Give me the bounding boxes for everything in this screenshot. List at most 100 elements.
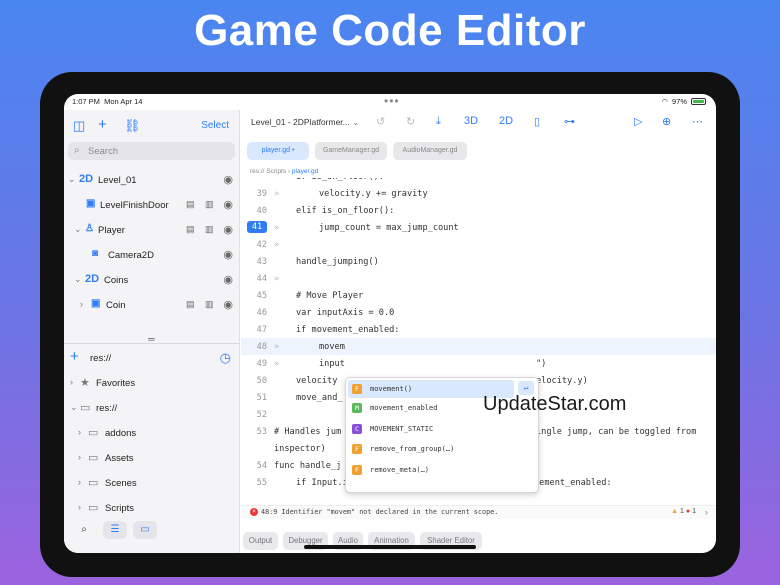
folder-row-assets[interactable]: › ▭ Assets (64, 446, 239, 471)
folder-row-scenes[interactable]: › ▭ Scenes (64, 471, 239, 496)
view-3d-button[interactable]: 3D (464, 115, 478, 127)
autocomplete-item[interactable]: Fremove_meta(…) (346, 460, 538, 481)
code-line-current: 48» movem (241, 338, 716, 355)
visibility-eye-icon[interactable]: ◉ (223, 223, 233, 236)
chevron-down-icon[interactable]: ⌄ (74, 224, 82, 235)
chevron-right-icon[interactable]: › (78, 427, 81, 437)
autocomplete-item[interactable]: Fremove_from_group(…) (346, 439, 538, 460)
script-clapper-icons[interactable]: ▤ ▥ (186, 199, 218, 210)
sidebar-toolbar: ◫ + ⛓ Select (64, 116, 239, 136)
code-line: 46 var inputAxis = 0.0 (256, 308, 395, 318)
folder-icon[interactable]: ▭ (133, 521, 157, 539)
visibility-eye-icon[interactable]: ◉ (223, 198, 233, 211)
error-icon: × (250, 508, 258, 516)
list-icon[interactable]: ☰ (103, 521, 127, 539)
folder-row-res[interactable]: ⌄ ▭ res:// (64, 396, 239, 421)
code-line: 40 elif is_on_floor(): (256, 206, 395, 216)
select-button[interactable]: Select (201, 120, 229, 131)
code-line: 49» input ") (256, 359, 547, 369)
issue-counts[interactable]: ▲ 1 ● 1 (671, 508, 696, 515)
chevron-right-icon[interactable]: › (78, 452, 81, 462)
chevron-down-icon[interactable]: ⌄ (70, 402, 78, 413)
tree-node-coin[interactable]: › ▣ Coin ▤ ▥ ◉ (64, 293, 239, 318)
script-file-icon[interactable]: ▯ (534, 115, 540, 128)
multitask-dots[interactable]: ••• (384, 94, 400, 108)
project-selector[interactable]: Level_01 - 2DPlatformer... ⌄ (251, 117, 359, 128)
character-icon: ♙ (85, 223, 94, 234)
code-line: 41» jump_count = max_jump_count (241, 219, 716, 236)
script-clapper-icons[interactable]: ▤ ▥ (186, 299, 218, 310)
home-indicator (304, 545, 476, 549)
tree-node-camera2d[interactable]: ◙ Camera2D ◉ (64, 243, 239, 268)
undo-icon[interactable]: ↺ (376, 115, 385, 128)
gamepad-icon[interactable]: ⊶ (564, 115, 575, 128)
code-line: 44» (256, 274, 280, 284)
folder-row-scripts[interactable]: › ▭ Scripts (64, 496, 239, 521)
visibility-eye-icon[interactable]: ◉ (223, 298, 233, 311)
app-screen: 1:07 PM Mon Apr 14 ••• ◠ 97% ◫ + ⛓ Selec… (64, 94, 716, 553)
download-icon[interactable]: ⤓ (436, 115, 441, 128)
star-icon: ★ (80, 377, 90, 389)
code-line: 47 if movement_enabled: (256, 325, 400, 335)
chevron-right-icon[interactable]: › (80, 299, 83, 309)
tree-node-player[interactable]: ⌄ ♙ Player ▤ ▥ ◉ (64, 218, 239, 243)
resize-handle[interactable]: ═ (64, 335, 239, 344)
favorites-row[interactable]: › ★ Favorites (64, 371, 239, 396)
area2d-icon: ▣ (86, 198, 96, 209)
code-line: 43 handle_jumping() (256, 257, 379, 267)
history-icon[interactable]: ◷ (220, 350, 231, 366)
watermark: UpdateStar.com (483, 393, 627, 415)
more-icon[interactable]: ⋯ (692, 115, 703, 128)
visibility-eye-icon[interactable]: ◉ (223, 173, 233, 186)
tab-player-gd[interactable]: player.gd • (247, 142, 309, 160)
add-file-icon[interactable]: + (70, 348, 79, 365)
status-time: 1:07 PM Mon Apr 14 (72, 97, 143, 106)
chevron-down-icon[interactable]: ⌄ (74, 274, 82, 285)
camera-icon: ◙ (92, 248, 99, 259)
play-icon[interactable]: ▷ (634, 115, 642, 128)
error-message: 48:9 Identifier "movem" not declared in … (261, 508, 499, 516)
visibility-eye-icon[interactable]: ◉ (223, 248, 233, 261)
tree-node-coins[interactable]: ⌄ 2D Coins ◉ (64, 268, 239, 293)
tab-output[interactable]: Output (243, 532, 278, 550)
tree-node-level01[interactable]: ⌄ 2D Level_01 ◉ (64, 168, 239, 193)
area2d-icon: ▣ (91, 298, 101, 309)
tree-node-levelfinishdoor[interactable]: ▣ LevelFinishDoor ▤ ▥ ◉ (64, 193, 239, 218)
search-icon[interactable]: ⌕ (72, 521, 96, 539)
folder-icon: ▭ (88, 477, 99, 489)
sidebar-toggle-icon[interactable]: ◫ (73, 118, 85, 134)
wifi-icon: ◠ (661, 97, 668, 106)
scene-tree: ⌄ 2D Level_01 ◉ ▣ LevelFinishDoor ▤ ▥ ◉ … (64, 168, 239, 318)
tab-audiomanager-gd[interactable]: AudioManager.gd (393, 142, 467, 160)
chevron-down-icon: ⌄ (352, 117, 360, 127)
breadcrumb: res:// Scripts › player.gd (250, 168, 319, 175)
node2d-icon: 2D (85, 273, 100, 285)
add-node-icon[interactable]: + (98, 116, 107, 133)
visibility-eye-icon[interactable]: ◉ (223, 273, 233, 286)
hero-title: Game Code Editor (194, 6, 586, 55)
error-bar[interactable]: × 48:9 Identifier "movem" not declared i… (241, 505, 716, 519)
folder-row-addons[interactable]: › ▭ addons (64, 421, 239, 446)
folder-icon: ▭ (88, 452, 99, 464)
scene-sidebar: ◫ + ⛓ Select ⌕ Search ⌄ 2D Level_01 ◉ ▣ … (64, 110, 240, 553)
filesystem-header: + res:// ◷ (70, 348, 231, 366)
chevron-right-icon[interactable]: › (70, 377, 73, 387)
editor-toolbar: Level_01 - 2DPlatformer... ⌄ ↺ ↻ ⤓ 3D 2D… (241, 110, 716, 138)
chevron-right-icon[interactable]: › (705, 507, 708, 517)
link-icon[interactable]: ⛓ (124, 118, 141, 134)
search-input[interactable]: ⌕ Search (68, 142, 235, 160)
script-clapper-icons[interactable]: ▤ ▥ (186, 224, 218, 235)
view-2d-button[interactable]: 2D (499, 115, 513, 127)
redo-icon[interactable]: ↻ (406, 115, 415, 128)
status-right: ◠ 97% (661, 97, 706, 106)
node2d-icon: 2D (79, 173, 94, 185)
code-line: if is_on_floor(): (241, 178, 716, 185)
autocomplete-item[interactable]: C MOVEMENT_STATIC (346, 419, 538, 440)
filesystem-panel: + res:// ◷ › ★ Favorites ⌄ ▭ res:// › ▭ … (64, 346, 239, 521)
crosshair-icon[interactable]: ⊕ (662, 115, 671, 128)
chevron-right-icon[interactable]: › (78, 502, 81, 512)
folder-icon: ▭ (80, 402, 91, 414)
chevron-right-icon[interactable]: › (78, 477, 81, 487)
tab-gamemanager-gd[interactable]: GameManager.gd (315, 142, 387, 160)
chevron-down-icon[interactable]: ⌄ (68, 174, 76, 185)
